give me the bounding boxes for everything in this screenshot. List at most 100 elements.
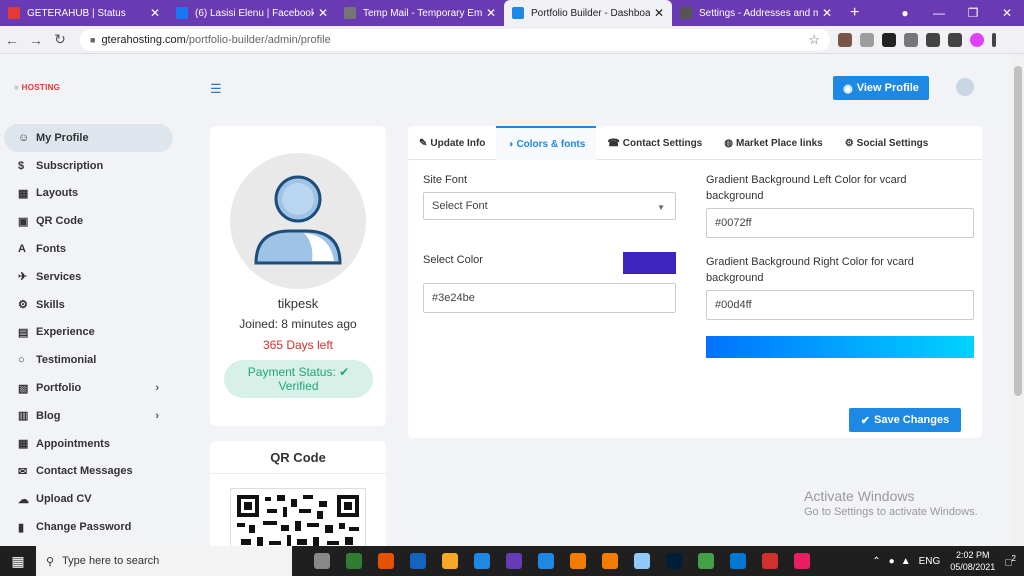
- sidebar-item-blog[interactable]: ▥ Blog ›: [0, 402, 185, 430]
- user-avatar[interactable]: [956, 78, 974, 96]
- gradient-preview: [706, 336, 974, 358]
- browser-tab[interactable]: Portfolio Builder - Dashboard ✕: [504, 0, 672, 26]
- sidebar-item-label: Layouts: [36, 187, 79, 200]
- restore-icon[interactable]: ❐: [956, 0, 990, 26]
- sidebar-item-services[interactable]: ✈ Services: [0, 263, 185, 291]
- sidebar-item-label: Fonts: [36, 243, 66, 256]
- tab-social-settings[interactable]: ⚙ Social Settings: [834, 126, 940, 160]
- taskbar-app-icon[interactable]: [370, 546, 402, 576]
- scrollbar-thumb[interactable]: [1014, 66, 1022, 396]
- phone-icon: ☎: [607, 137, 620, 149]
- taskbar-app-icon[interactable]: [594, 546, 626, 576]
- reload-icon[interactable]: ↻: [48, 31, 72, 48]
- sidebar-item-appointments[interactable]: ▦ Appointments: [0, 430, 185, 458]
- windows-start-icon[interactable]: ▦: [0, 553, 36, 570]
- extension-icon[interactable]: [882, 32, 896, 47]
- taskbar-app-icon[interactable]: [626, 546, 658, 576]
- sidebar-item-change-password[interactable]: ▮ Change Password: [0, 513, 185, 541]
- sidebar-item-qr-code[interactable]: ▣ QR Code: [0, 207, 185, 235]
- page-scrollbar[interactable]: [1012, 54, 1024, 546]
- extension-icon[interactable]: [904, 32, 918, 47]
- hamburger-icon[interactable]: ☰: [210, 81, 222, 97]
- chevron-up-icon[interactable]: ⌃: [872, 556, 880, 567]
- taskbar-apps: [306, 546, 818, 576]
- sidebar-item-contact-messages[interactable]: ✉ Contact Messages: [0, 458, 185, 486]
- close-window-icon[interactable]: ✕: [990, 0, 1024, 26]
- taskbar-app-icon[interactable]: [434, 546, 466, 576]
- grad-left-input[interactable]: #0072ff: [706, 208, 974, 238]
- sidebar-item-portfolio[interactable]: ▧ Portfolio ›: [0, 374, 185, 402]
- view-profile-button[interactable]: ◉ View Profile: [833, 76, 929, 100]
- menu-dots-icon[interactable]: [992, 32, 996, 47]
- tab-market-place-links[interactable]: ◍ Market Place links: [713, 126, 833, 160]
- browser-tab[interactable]: (6) Lasisi Elenu | Facebook ✕: [168, 0, 336, 26]
- playlist-icon[interactable]: [948, 32, 962, 47]
- taskbar-app-icon[interactable]: [562, 546, 594, 576]
- sidebar-item-layouts[interactable]: ▦ Layouts: [0, 180, 185, 208]
- sidebar-item-skills[interactable]: ⚙ Skills: [0, 291, 185, 319]
- new-tab-button[interactable]: +: [840, 0, 869, 26]
- sidebar-item-subscription[interactable]: $ Subscription: [0, 152, 185, 180]
- close-icon[interactable]: ✕: [486, 6, 496, 20]
- taskbar-app-icon[interactable]: [530, 546, 562, 576]
- back-icon[interactable]: ←: [0, 32, 24, 48]
- tab-colors-fonts[interactable]: ◑ Colors & fonts: [496, 126, 597, 160]
- site-font-select[interactable]: Select Font ▼: [423, 192, 676, 220]
- sidebar-item-label: Blog: [36, 409, 61, 422]
- taskbar-app-icon[interactable]: [466, 546, 498, 576]
- minimize-icon[interactable]: —: [922, 0, 956, 26]
- tab-update-info[interactable]: ✎ Update Info: [408, 126, 496, 160]
- top-navbar: ■ HOSTING ☰ ◉ View Profile: [0, 54, 1012, 124]
- volume-icon[interactable]: ▲: [901, 556, 911, 567]
- taskbar-app-icon[interactable]: [690, 546, 722, 576]
- notification-icon[interactable]: □2: [1005, 553, 1016, 568]
- save-changes-button[interactable]: ✔ Save Changes: [849, 408, 961, 432]
- browser-tab[interactable]: Settings - Addresses and mo ✕: [672, 0, 840, 26]
- blog-icon: ▥: [18, 410, 29, 423]
- windows-taskbar: ▦ ⚲ Type here to search ⌃ ● ▲ ENG 2:02 P…: [0, 546, 1024, 576]
- browser-tab-title: Settings - Addresses and mo: [699, 7, 818, 19]
- calendar-icon: ▦: [18, 438, 29, 451]
- taskbar-app-icon[interactable]: [786, 546, 818, 576]
- taskbar-app-icon[interactable]: [402, 546, 434, 576]
- sidebar-item-my-profile[interactable]: ☺ My Profile: [4, 124, 173, 152]
- browser-tab-title: GETERAHUB | Status: [27, 7, 126, 19]
- close-icon[interactable]: ✕: [318, 6, 328, 20]
- extension-icon[interactable]: [838, 32, 852, 47]
- sidebar-item-label: Portfolio: [36, 382, 82, 395]
- color-swatch[interactable]: [623, 252, 676, 274]
- tab-contact-settings[interactable]: ☎ Contact Settings: [596, 126, 713, 160]
- clock[interactable]: 2:02 PM 05/08/2021: [950, 549, 995, 573]
- profile-avatar-icon[interactable]: [970, 32, 984, 47]
- sidebar-item-experience[interactable]: ▤ Experience: [0, 319, 185, 347]
- network-icon[interactable]: ●: [889, 556, 895, 567]
- app-icon: [442, 553, 458, 569]
- forward-icon[interactable]: →: [24, 32, 48, 48]
- sidebar-item-fonts[interactable]: A Fonts: [0, 235, 185, 263]
- sidebar-item-testimonial[interactable]: ○ Testimonial: [0, 346, 185, 374]
- browser-tab[interactable]: GETERAHUB | Status ✕: [0, 0, 168, 26]
- url-field[interactable]: ■ gterahosting.com/portfolio-builder/adm…: [80, 28, 830, 51]
- palette-icon: ◑: [507, 138, 514, 150]
- language-indicator[interactable]: ENG: [919, 556, 941, 567]
- bookmark-star-icon[interactable]: ☆: [808, 32, 820, 48]
- grad-right-input[interactable]: #00d4ff: [706, 290, 974, 320]
- taskbar-app-icon[interactable]: [658, 546, 690, 576]
- close-icon[interactable]: ✕: [150, 6, 160, 20]
- taskbar-app-icon[interactable]: [338, 546, 370, 576]
- profile-icon[interactable]: ●: [888, 0, 922, 26]
- sidebar-item-upload-cv[interactable]: ☁ Upload CV: [0, 485, 185, 513]
- close-icon[interactable]: ✕: [822, 6, 832, 20]
- logo[interactable]: ■ HOSTING: [14, 83, 60, 92]
- puzzle-icon[interactable]: [926, 32, 940, 47]
- taskbar-app-icon[interactable]: [722, 546, 754, 576]
- taskbar-search[interactable]: ⚲ Type here to search: [36, 546, 292, 576]
- taskbar-app-icon[interactable]: [498, 546, 530, 576]
- select-color-input[interactable]: #3e24be: [423, 283, 676, 313]
- close-icon[interactable]: ✕: [654, 6, 664, 20]
- extension-icon[interactable]: [860, 32, 874, 47]
- app-icon: [698, 553, 714, 569]
- taskbar-app-icon[interactable]: [754, 546, 786, 576]
- browser-tab[interactable]: Temp Mail - Temporary Email ✕: [336, 0, 504, 26]
- taskbar-app-icon[interactable]: [306, 546, 338, 576]
